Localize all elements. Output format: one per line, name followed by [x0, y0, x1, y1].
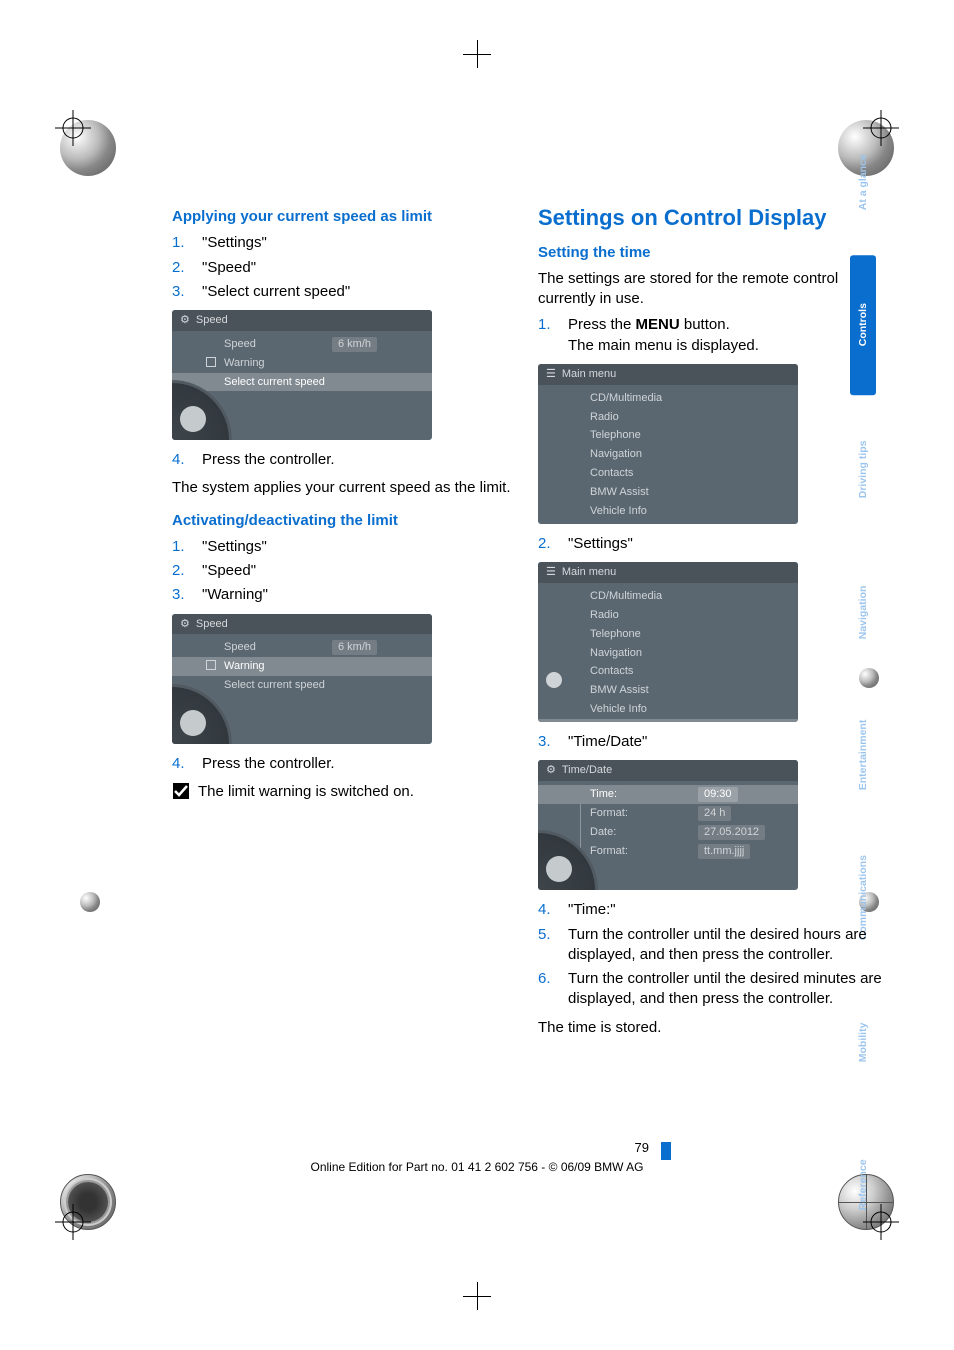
- screenshot-time-date: ⚙Time/Date Time:09:30 Format:24 h Date:2…: [538, 760, 798, 890]
- list-item: 5.Turn the controller until the desired …: [538, 925, 882, 966]
- gear-icon: ⚙: [180, 617, 190, 632]
- menu-item: Navigation: [538, 445, 798, 464]
- list-item: 2."Speed": [172, 561, 516, 581]
- page-number: 79: [635, 1139, 649, 1157]
- apply-step-4: 4.Press the controller.: [172, 450, 516, 470]
- menu-item: BMW Assist: [538, 681, 798, 700]
- home-icon: ☰: [546, 367, 556, 382]
- screenshot-speed-warning: ⚙Speed Speed6 km/h Warning Select curren…: [172, 614, 432, 744]
- menu-item: Vehicle Info: [538, 700, 798, 719]
- menu-item: BMW Assist: [538, 483, 798, 502]
- list-item: 2."Settings": [538, 534, 882, 554]
- apply-steps: 1."Settings" 2."Speed" 3."Select current…: [172, 233, 516, 302]
- screenshot-main-menu: ☰Main menu CD/MultimediaRadioTelephoneNa…: [538, 364, 798, 524]
- list-item: 6.Turn the controller until the desired …: [538, 969, 882, 1010]
- list-item: 1. Press the MENU button.The main menu i…: [538, 315, 882, 356]
- menu-item: Telephone: [538, 426, 798, 445]
- list-item: 4.Press the controller.: [172, 754, 516, 774]
- menu-item: CD/Multimedia: [538, 389, 798, 408]
- time-intro: The settings are stored for the remote c…: [538, 269, 882, 310]
- checkbox-icon: [206, 357, 216, 367]
- check-icon: [172, 782, 190, 800]
- heading-setting-time: Setting the time: [538, 243, 882, 263]
- footer-line: Online Edition for Part no. 01 41 2 602 …: [0, 1159, 954, 1175]
- time-step-2: 2."Settings": [538, 534, 882, 554]
- menu-item: Settings: [538, 719, 798, 722]
- limit-warning-on: The limit warning is switched on.: [172, 782, 516, 802]
- cropmark-icon: [55, 1204, 91, 1240]
- menu-item: Telephone: [538, 625, 798, 644]
- gear-icon: ⚙: [180, 313, 190, 328]
- home-icon: ☰: [546, 565, 556, 580]
- list-item: 3."Time/Date": [538, 732, 882, 752]
- time-step-1: 1. Press the MENU button.The main menu i…: [538, 315, 882, 356]
- list-item: 1."Settings": [172, 233, 516, 253]
- menu-item: Settings: [538, 521, 798, 524]
- page-mark: [661, 1142, 671, 1160]
- right-column: Settings on Control Display Setting the …: [538, 203, 882, 1180]
- crop-cross-top: [463, 40, 491, 68]
- crop-cross-bottom: [463, 1282, 491, 1310]
- heading-activate: Activating/deactivating the limit: [172, 511, 516, 531]
- time-steps-456: 4."Time:" 5.Turn the controller until th…: [538, 900, 882, 1009]
- print-reg-left: [80, 892, 100, 912]
- menu-item: CD/Multimedia: [538, 587, 798, 606]
- menu-item: Contacts: [538, 464, 798, 483]
- activate-step-4: 4.Press the controller.: [172, 754, 516, 774]
- left-column: Applying your current speed as limit 1."…: [172, 203, 516, 1180]
- heading-apply-speed: Applying your current speed as limit: [172, 207, 516, 227]
- activate-steps: 1."Settings" 2."Speed" 3."Warning": [172, 537, 516, 606]
- menu-item: Radio: [538, 408, 798, 427]
- screenshot-speed-select: ⚙Speed Speed6 km/h Warning Select curren…: [172, 310, 432, 440]
- checkbox-icon: [206, 660, 216, 670]
- time-stored: The time is stored.: [538, 1018, 882, 1038]
- list-item: 1."Settings": [172, 537, 516, 557]
- cropmark-icon: [55, 110, 91, 146]
- list-item: 3."Select current speed": [172, 282, 516, 302]
- apply-after-text: The system applies your current speed as…: [172, 478, 516, 498]
- gear-icon: ⚙: [546, 763, 556, 778]
- list-item: 4.Press the controller.: [172, 450, 516, 470]
- menu-item: Radio: [538, 606, 798, 625]
- menu-item: Navigation: [538, 644, 798, 663]
- menu-item: Contacts: [538, 662, 798, 681]
- time-step-3: 3."Time/Date": [538, 732, 882, 752]
- screenshot-main-menu-settings: ☰Main menu CD/MultimediaRadioTelephoneNa…: [538, 562, 798, 722]
- menu-item: Vehicle Info: [538, 502, 798, 521]
- heading-settings-display: Settings on Control Display: [538, 203, 882, 233]
- list-item: 4."Time:": [538, 900, 882, 920]
- list-item: 2."Speed": [172, 258, 516, 278]
- list-item: 3."Warning": [172, 585, 516, 605]
